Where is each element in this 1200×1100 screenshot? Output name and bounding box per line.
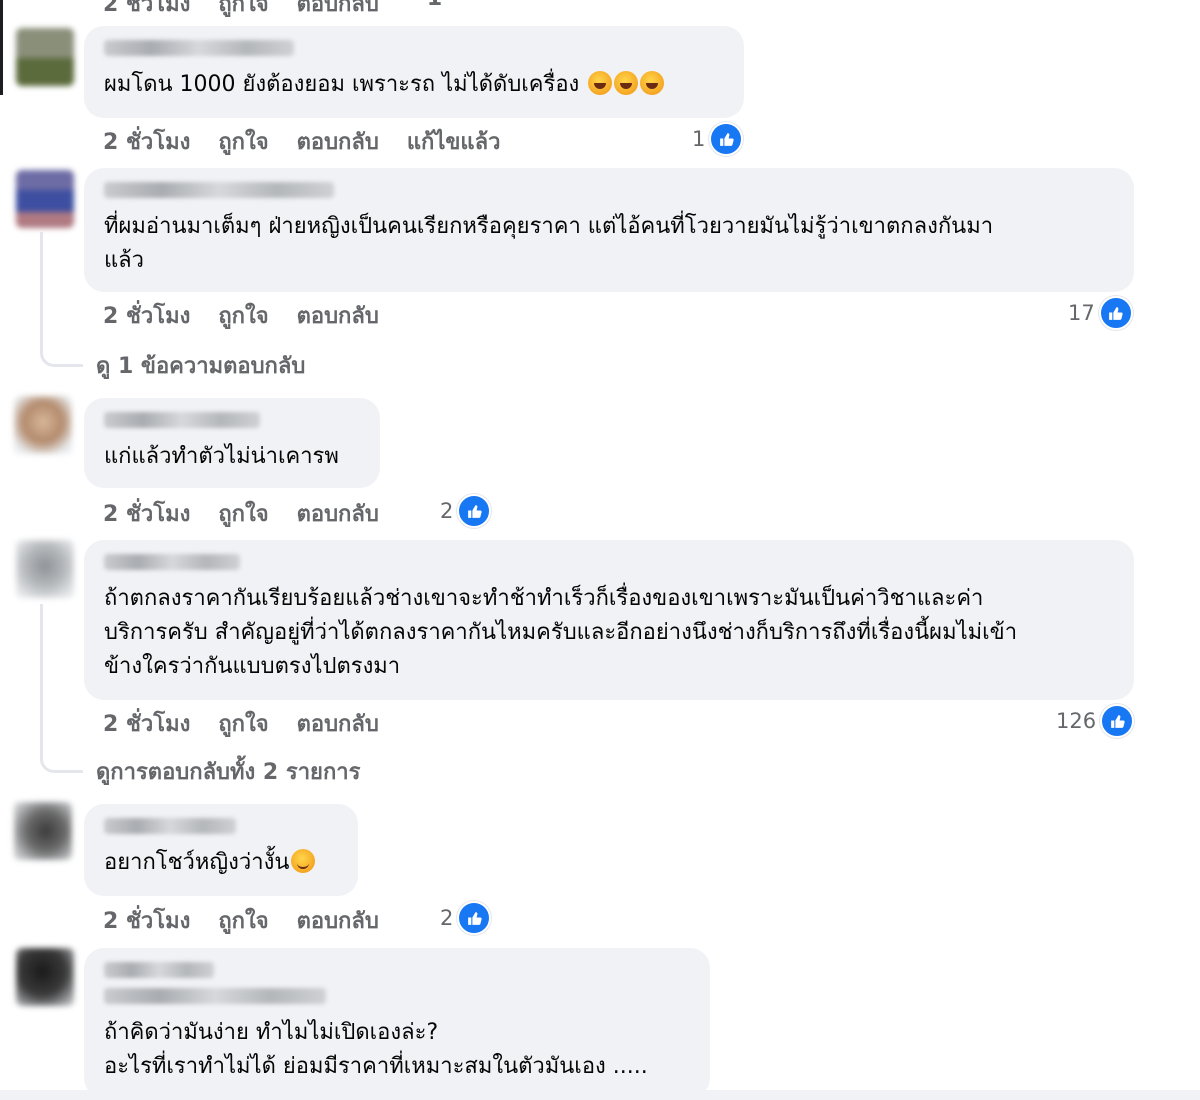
comments-feed: 2 ชั่วโมง ถูกใจ ตอบกลับ 1 ผมโดน 1000 ยัง…: [0, 0, 1200, 1100]
comment-actions: 2 ชั่วโมง ถูกใจ ตอบกลับ แก้ไขแล้ว: [103, 124, 500, 159]
scroll-edge: [0, 0, 3, 95]
like-icon: [457, 494, 492, 528]
comment-text: ผมโดน 1000 ยังต้องยอม เพราะรถ ไม่ได้ดับเ…: [104, 72, 580, 97]
comment-text: ถ้าคิดว่ามันง่าย ทำไมไม่เปิดเองล่ะ? อะไร…: [104, 1020, 648, 1079]
like-icon: [1100, 704, 1135, 738]
commenter-name-blurred[interactable]: [104, 818, 236, 834]
avatar[interactable]: [16, 948, 74, 1006]
comment-time[interactable]: 2 ชั่วโมง: [103, 903, 190, 938]
previous-comment-actions: 2 ชั่วโมง ถูกใจ ตอบกลับ 1: [103, 0, 442, 21]
view-replies-link[interactable]: ดู 1 ข้อความตอบกลับ: [96, 348, 305, 383]
thread-connector: [40, 604, 83, 773]
commenter-name-blurred[interactable]: [104, 412, 260, 428]
comment-bubble: ถ้าคิดว่ามันง่าย ทำไมไม่เปิดเองล่ะ? อะไร…: [84, 948, 710, 1098]
commenter-badge-blurred: [104, 988, 326, 1004]
reply-link[interactable]: ตอบกลับ: [297, 0, 379, 21]
laughing-emoji-icon: [614, 71, 639, 95]
comment-text: แก่แล้วทำตัวไม่น่าเคารพ: [104, 444, 339, 469]
like-icon: [709, 122, 744, 156]
comment-text: ถ้าตกลงราคากันเรียบร้อยแล้วช่างเขาจะทำช้…: [104, 586, 1018, 679]
laughing-emoji-icon: [588, 71, 613, 95]
comment-time[interactable]: 2 ชั่วโมง: [103, 496, 190, 531]
avatar[interactable]: [16, 170, 74, 228]
grinning-emoji-icon: [291, 849, 316, 873]
reply-link[interactable]: ตอบกลับ: [297, 903, 379, 938]
reaction-summary[interactable]: 17: [1068, 296, 1133, 330]
comment-bubble: แก่แล้วทำตัวไม่น่าเคารพ: [84, 398, 380, 488]
commenter-name-blurred[interactable]: [104, 962, 214, 978]
comment-bubble: ที่ผมอ่านมาเต็มๆ ฝ่ายหญิงเป็นคนเรียกหรือ…: [84, 168, 1134, 292]
reply-link[interactable]: ตอบกลับ: [297, 496, 379, 531]
reply-link[interactable]: ตอบกลับ: [297, 124, 379, 159]
comment-time[interactable]: 2 ชั่วโมง: [103, 706, 190, 741]
reply-link[interactable]: ตอบกลับ: [297, 706, 379, 741]
comment-actions: 2 ชั่วโมง ถูกใจ ตอบกลับ: [103, 903, 379, 938]
like-link[interactable]: ถูกใจ: [218, 496, 268, 531]
comment-time[interactable]: 2 ชั่วโมง: [103, 124, 190, 159]
reaction-count: 126: [1056, 709, 1097, 733]
like-link[interactable]: ถูกใจ: [218, 124, 268, 159]
commenter-name-blurred[interactable]: [104, 182, 334, 198]
comment-bubble: ผมโดน 1000 ยังต้องยอม เพราะรถ ไม่ได้ดับเ…: [84, 26, 744, 118]
like-link[interactable]: ถูกใจ: [218, 298, 268, 333]
avatar[interactable]: [16, 540, 74, 598]
reaction-summary[interactable]: 2: [440, 901, 492, 935]
bottom-edge: [0, 1090, 1200, 1100]
comment-time[interactable]: 2 ชั่วโมง: [103, 298, 190, 333]
reply-link[interactable]: ตอบกลับ: [297, 298, 379, 333]
like-link[interactable]: ถูกใจ: [218, 706, 268, 741]
reaction-count: 1: [692, 127, 706, 151]
avatar[interactable]: [14, 396, 72, 454]
reaction-count: 1: [427, 0, 442, 21]
reaction-count: 17: [1068, 301, 1095, 325]
like-link[interactable]: ถูกใจ: [218, 0, 268, 21]
reaction-summary[interactable]: 2: [440, 494, 492, 528]
comment-bubble: อยากโชว์หญิงว่างั้น: [84, 804, 358, 896]
like-icon: [1098, 296, 1133, 330]
comment-bubble: ถ้าตกลงราคากันเรียบร้อยแล้วช่างเขาจะทำช้…: [84, 540, 1134, 700]
commenter-name-blurred[interactable]: [104, 554, 240, 570]
comment-time[interactable]: 2 ชั่วโมง: [103, 0, 190, 21]
comment-text: อยากโชว์หญิงว่างั้น: [104, 850, 290, 875]
reaction-count: 2: [440, 906, 454, 930]
comment-text: ที่ผมอ่านมาเต็มๆ ฝ่ายหญิงเป็นคนเรียกหรือ…: [104, 214, 994, 273]
commenter-name-blurred[interactable]: [104, 40, 294, 56]
edited-label: แก้ไขแล้ว: [406, 130, 501, 155]
view-replies-link[interactable]: ดูการตอบกลับทั้ง 2 รายการ: [96, 754, 360, 789]
comment-actions: 2 ชั่วโมง ถูกใจ ตอบกลับ: [103, 298, 379, 333]
comment-actions: 2 ชั่วโมง ถูกใจ ตอบกลับ: [103, 706, 379, 741]
laughing-emoji-icon: [640, 71, 665, 95]
reaction-count: 2: [440, 499, 454, 523]
like-icon: [457, 901, 492, 935]
thread-connector: [40, 232, 83, 367]
avatar[interactable]: [14, 802, 72, 860]
comment-actions: 2 ชั่วโมง ถูกใจ ตอบกลับ: [103, 496, 379, 531]
avatar[interactable]: [16, 28, 74, 86]
reaction-summary[interactable]: 126: [1056, 704, 1135, 738]
like-link[interactable]: ถูกใจ: [218, 903, 268, 938]
reaction-summary[interactable]: 1: [692, 122, 744, 156]
